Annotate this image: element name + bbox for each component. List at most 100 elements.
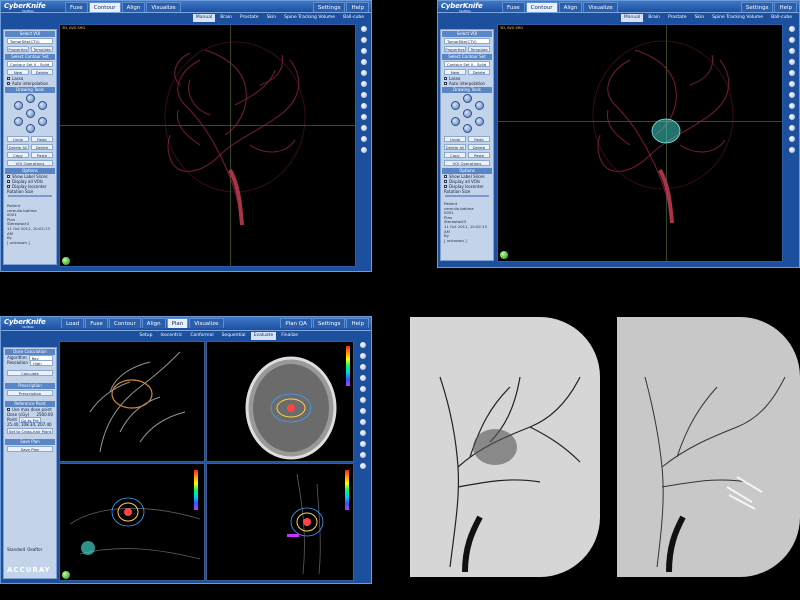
tool-icon[interactable]: [359, 352, 367, 360]
draw-tool-icon[interactable]: [26, 94, 35, 103]
tool-icon[interactable]: [360, 25, 368, 33]
subtab-spine[interactable]: Spine Tracking Volume: [281, 14, 338, 22]
checkbox[interactable]: [7, 185, 10, 188]
delete-slice-button[interactable]: Delete: [31, 144, 53, 150]
tab-help[interactable]: Help: [346, 2, 369, 12]
tab-plan-qa[interactable]: Plan QA: [280, 318, 312, 328]
subtab-ballcube[interactable]: Ball-cube: [340, 14, 367, 22]
tool-icon[interactable]: [360, 102, 368, 110]
tab-settings[interactable]: Settings: [312, 2, 346, 12]
tool-icon[interactable]: [360, 36, 368, 44]
checkbox[interactable]: [444, 77, 447, 80]
tool-icon[interactable]: [359, 396, 367, 404]
redo-button[interactable]: Redo: [468, 136, 490, 142]
tool-icon[interactable]: [788, 113, 796, 121]
voi-operations-button[interactable]: VOI Operations: [7, 160, 53, 166]
tab-load[interactable]: Load: [61, 318, 85, 328]
copy-button[interactable]: Copy: [444, 152, 466, 158]
subtab-manual[interactable]: Manual: [620, 14, 644, 22]
tab-settings[interactable]: Settings: [740, 2, 774, 12]
draw-tool-icon[interactable]: [14, 101, 23, 110]
checkbox[interactable]: [444, 185, 447, 188]
template-button[interactable]: Template: [468, 46, 490, 52]
tab-fuse[interactable]: Fuse: [502, 2, 525, 12]
undo-button[interactable]: Undo: [444, 136, 466, 142]
tab-align[interactable]: Align: [121, 2, 146, 12]
draw-tool-icon[interactable]: [475, 101, 484, 110]
paste-button[interactable]: Paste: [31, 152, 53, 158]
draw-tool-icon[interactable]: [26, 124, 35, 133]
checkbox[interactable]: [444, 180, 447, 183]
subtab-manual[interactable]: Manual: [192, 14, 216, 22]
tool-icon[interactable]: [788, 91, 796, 99]
tool-icon[interactable]: [359, 418, 367, 426]
subtab-prostate[interactable]: Prostate: [237, 14, 262, 22]
checkbox[interactable]: [7, 82, 10, 85]
checkbox[interactable]: [7, 180, 10, 183]
tool-icon[interactable]: [359, 341, 367, 349]
checkbox[interactable]: [444, 175, 447, 178]
tool-icon[interactable]: [788, 80, 796, 88]
voi-operations-button[interactable]: VOI Operations: [444, 160, 490, 166]
draw-tool-icon[interactable]: [38, 101, 47, 110]
resolution-select[interactable]: High: [29, 359, 53, 366]
tool-icon[interactable]: [359, 429, 367, 437]
delete-slice-button[interactable]: Delete: [468, 144, 490, 150]
auto-interp-option[interactable]: Auto interpolation: [4, 81, 56, 86]
draw-tool-icon[interactable]: [463, 94, 472, 103]
draw-tool-icon[interactable]: [463, 124, 472, 133]
new-button[interactable]: New: [444, 69, 466, 75]
tool-icon[interactable]: [788, 135, 796, 143]
delete-button[interactable]: Delete: [31, 69, 53, 75]
view-sagittal-3d[interactable]: [59, 341, 205, 462]
tab-contour[interactable]: Contour: [88, 2, 121, 12]
tool-icon[interactable]: [360, 113, 368, 121]
subtab-evaluate[interactable]: Evaluate: [250, 332, 277, 340]
tool-icon[interactable]: [788, 58, 796, 66]
tab-help[interactable]: Help: [346, 318, 369, 328]
properties-button[interactable]: Properties: [7, 46, 29, 52]
tool-icon[interactable]: [360, 135, 368, 143]
view-coronal[interactable]: [59, 463, 205, 581]
draw-tool-icon[interactable]: [451, 117, 460, 126]
set-crosshair-button[interactable]: Set to Cross-hair Point: [7, 428, 53, 434]
paste-button[interactable]: Paste: [468, 152, 490, 158]
contour-set-select[interactable]: Contour Set 0 - Solid: [444, 61, 490, 67]
subtab-skin[interactable]: Skin: [692, 14, 708, 22]
checkbox[interactable]: [7, 77, 10, 80]
subtab-spine[interactable]: Spine Tracking Volume: [709, 14, 766, 22]
status-lock-icon[interactable]: [62, 257, 70, 265]
tab-help[interactable]: Help: [774, 2, 797, 12]
subtab-setup[interactable]: Setup: [136, 332, 155, 340]
tab-visualize[interactable]: Visualize: [146, 2, 181, 12]
tab-visualize[interactable]: Visualize: [583, 2, 618, 12]
redo-button[interactable]: Redo: [31, 136, 53, 142]
brush-slider[interactable]: [8, 195, 52, 197]
contour-set-select[interactable]: Contour Set 0 - Solid: [7, 61, 53, 67]
tool-icon[interactable]: [360, 124, 368, 132]
tool-icon[interactable]: [788, 25, 796, 33]
draw-tool-icon[interactable]: [26, 109, 35, 118]
subtab-skin[interactable]: Skin: [264, 14, 280, 22]
tab-align[interactable]: Align: [141, 318, 166, 328]
tab-contour[interactable]: Contour: [525, 2, 558, 12]
prescription-button[interactable]: Prescription: [7, 390, 53, 396]
save-plan-button[interactable]: Save Plan: [7, 446, 53, 452]
auto-interp-option[interactable]: Auto interpolation: [441, 81, 493, 86]
checkbox[interactable]: [444, 82, 447, 85]
tab-align[interactable]: Align: [558, 2, 583, 12]
properties-button[interactable]: Properties: [444, 46, 466, 52]
view-sagittal[interactable]: [206, 463, 354, 581]
tool-icon[interactable]: [360, 146, 368, 154]
subtab-brain[interactable]: Brain: [645, 14, 663, 22]
tool-icon[interactable]: [360, 58, 368, 66]
tool-icon[interactable]: [359, 440, 367, 448]
voi-select[interactable]: TumorSite(CTV): [7, 38, 53, 44]
tool-icon[interactable]: [360, 80, 368, 88]
checkbox[interactable]: [7, 175, 10, 178]
draw-tool-icon[interactable]: [14, 117, 23, 126]
tool-icon[interactable]: [788, 102, 796, 110]
subtab-conformal[interactable]: Conformal: [187, 332, 216, 340]
tool-icon[interactable]: [359, 462, 367, 470]
tool-icon[interactable]: [359, 385, 367, 393]
